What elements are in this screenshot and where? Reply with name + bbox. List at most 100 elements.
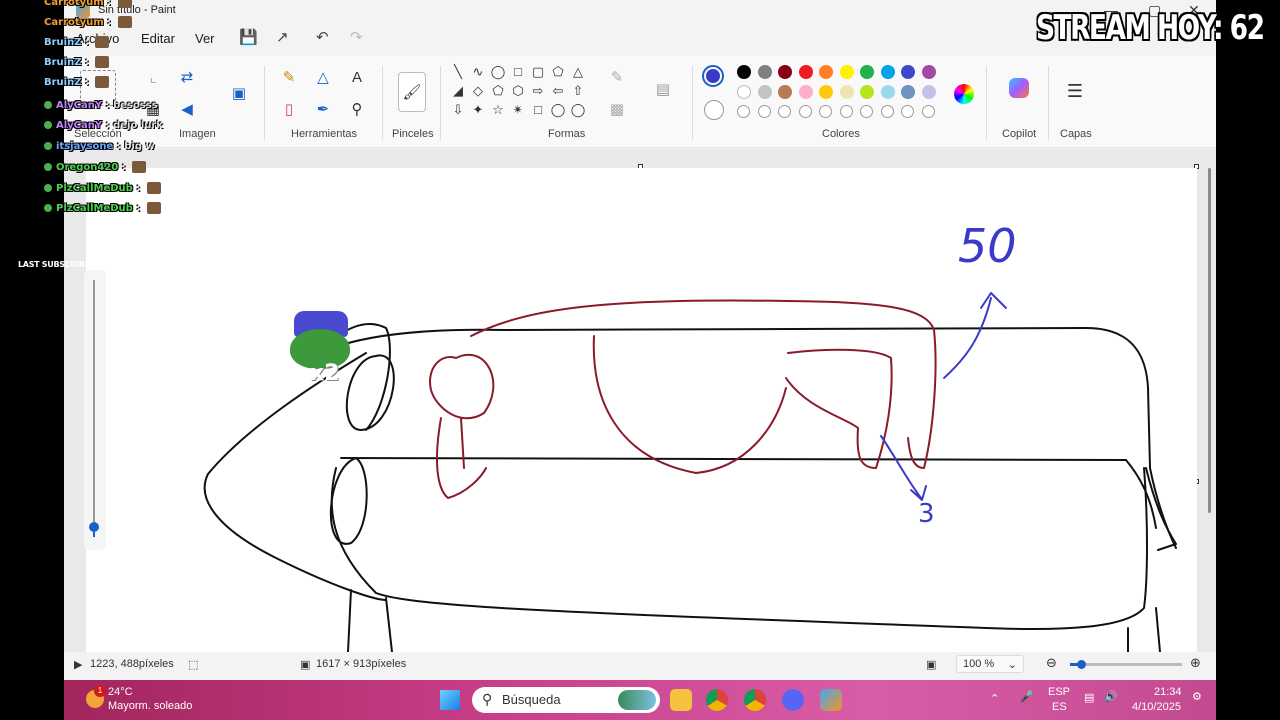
volume-icon[interactable]: 🔊 [1104, 690, 1118, 703]
palette-color-swatch[interactable] [921, 85, 936, 99]
triangle-shape-icon[interactable]: △ [570, 64, 586, 80]
arrow-down-shape-icon[interactable]: ⇩ [450, 102, 466, 118]
oval-shape-icon[interactable]: ◯ [490, 64, 506, 80]
shape-gallery-expand-icon[interactable]: ▤ [652, 78, 674, 100]
file-explorer-icon[interactable] [670, 689, 692, 711]
zoom-select[interactable]: 100 % ⌄ [956, 655, 1024, 673]
diamond-shape-icon[interactable]: ◇ [470, 83, 486, 99]
tray-chevron-icon[interactable]: ⌃ [990, 692, 999, 705]
save-icon[interactable]: 💾 [239, 28, 258, 46]
custom-color-slot[interactable] [778, 105, 791, 118]
language-top[interactable]: ESP [1048, 686, 1070, 698]
vertical-zoom-slider[interactable] [84, 270, 106, 550]
star4-shape-icon[interactable]: ✦ [470, 102, 486, 118]
text-icon[interactable]: A [346, 66, 368, 88]
start-button[interactable] [440, 690, 460, 710]
clock-date[interactable]: 4/10/2025 [1132, 701, 1181, 713]
star5-shape-icon[interactable]: ☆ [490, 102, 506, 118]
callout-oval-shape-icon[interactable]: ◯ [550, 102, 566, 118]
notification-icon[interactable]: ⚙ [1192, 690, 1202, 703]
rectangle-shape-icon[interactable]: □ [510, 64, 526, 79]
weather-temp[interactable]: 24°C [108, 686, 133, 698]
active-color-2[interactable] [704, 100, 724, 120]
pencil-icon[interactable]: ✎ [278, 66, 300, 88]
zoom-slider[interactable] [1070, 660, 1182, 669]
custom-color-slot[interactable] [901, 105, 914, 118]
active-color-1[interactable] [702, 65, 724, 87]
custom-color-slot[interactable] [880, 105, 894, 118]
fit-to-window-icon[interactable]: ▣ [926, 658, 936, 671]
palette-color-swatch[interactable] [798, 85, 813, 99]
palette-color-swatch[interactable] [778, 85, 792, 99]
chrome-icon[interactable] [706, 689, 728, 711]
hexagon-shape-icon[interactable]: ⬡ [510, 83, 526, 99]
language-bottom[interactable]: ES [1052, 701, 1067, 713]
polygon-shape-icon[interactable]: ⬠ [550, 64, 566, 80]
callout-rect-shape-icon[interactable]: □ [530, 102, 546, 117]
custom-color-slot[interactable] [798, 105, 812, 118]
palette-color-swatch[interactable] [839, 85, 854, 99]
custom-color-slot[interactable] [921, 105, 935, 118]
discord-icon[interactable] [782, 689, 804, 711]
pentagon-shape-icon[interactable]: ⬠ [490, 83, 506, 99]
palette-color-swatch[interactable] [757, 65, 772, 79]
palette-color-swatch[interactable] [839, 65, 854, 79]
redo-icon[interactable]: ↷ [350, 28, 363, 46]
palette-color-swatch[interactable] [819, 85, 833, 99]
shapes-gallery[interactable]: ╲ ∿ ◯ □ ▢ ⬠ △ ◢ ◇ ⬠ ⬡ ⇨ ⇦ ⇧ ⇩ ✦ ☆ ✴ □ ◯ [450, 64, 590, 124]
drawing-canvas[interactable]: 50 3 [86, 168, 1197, 652]
palette-color-swatch[interactable] [757, 85, 772, 99]
paint-taskbar-icon[interactable] [820, 689, 842, 711]
scrollbar-thumb[interactable] [1208, 168, 1211, 513]
palette-color-swatch[interactable] [798, 65, 813, 79]
magnifier-icon[interactable]: ⚲ [346, 98, 368, 120]
palette-color-swatch[interactable] [901, 85, 915, 99]
eraser-icon[interactable]: ▯ [278, 98, 300, 120]
weather-description[interactable]: Mayorm. soleado [108, 700, 192, 712]
palette-color-swatch[interactable] [880, 65, 895, 79]
brush-icon[interactable]: 🖌 [398, 72, 426, 112]
palette-color-swatch[interactable] [901, 65, 915, 79]
palette-color-swatch[interactable] [921, 65, 936, 79]
custom-color-slot[interactable] [839, 105, 853, 118]
palette-color-swatch[interactable] [860, 85, 874, 99]
custom-color-slot[interactable] [819, 105, 832, 118]
undo-icon[interactable]: ↶ [316, 28, 329, 46]
zoom-in-icon[interactable]: ⊕ [1190, 655, 1201, 671]
line-shape-icon[interactable]: ╲ [450, 64, 466, 80]
edit-colors-icon[interactable] [954, 84, 974, 104]
palette-color-swatch[interactable] [860, 65, 874, 79]
chrome-profile-icon[interactable] [744, 689, 766, 711]
arrow-up-shape-icon[interactable]: ⇧ [570, 83, 586, 99]
shape-fill-icon[interactable]: ▩ [606, 98, 628, 120]
microphone-icon[interactable]: 🎤 [1020, 690, 1034, 703]
layers-icon[interactable]: ☰ [1064, 80, 1086, 102]
custom-color-slot[interactable] [860, 105, 873, 118]
zoom-out-icon[interactable]: ⊖ [1046, 655, 1057, 671]
clock-time[interactable]: 21:34 [1154, 686, 1182, 698]
palette-color-swatch[interactable] [819, 65, 833, 79]
right-triangle-shape-icon[interactable]: ◢ [450, 83, 466, 99]
network-icon[interactable]: ▤ [1084, 691, 1094, 704]
share-icon[interactable]: ↗ [276, 28, 289, 46]
curve-shape-icon[interactable]: ∿ [470, 64, 486, 80]
color-picker-icon[interactable]: ✒ [312, 98, 334, 120]
rounded-rect-shape-icon[interactable]: ▢ [530, 64, 546, 80]
arrow-left-shape-icon[interactable]: ⇦ [550, 83, 566, 99]
taskbar-search[interactable]: ⚲ Búsqueda [472, 687, 660, 713]
custom-color-slot[interactable] [757, 105, 771, 118]
outline-icon[interactable]: ✎ [606, 66, 628, 88]
star6-shape-icon[interactable]: ✴ [510, 102, 526, 118]
palette-color-swatch[interactable] [880, 85, 895, 99]
zoom-slider-knob[interactable] [1077, 660, 1087, 669]
copilot-icon[interactable] [1009, 78, 1029, 98]
slider-knob[interactable] [89, 522, 99, 532]
palette-color-swatch[interactable] [778, 65, 792, 79]
menu-view[interactable]: Ver [195, 31, 215, 46]
image-background-icon[interactable]: ▣ [228, 82, 250, 104]
palette-color-swatch[interactable] [737, 65, 751, 79]
fill-bucket-icon[interactable]: △ [312, 66, 334, 88]
palette-color-swatch[interactable] [737, 85, 751, 99]
custom-color-slot[interactable] [737, 105, 750, 118]
vertical-scrollbar[interactable] [1206, 158, 1214, 648]
